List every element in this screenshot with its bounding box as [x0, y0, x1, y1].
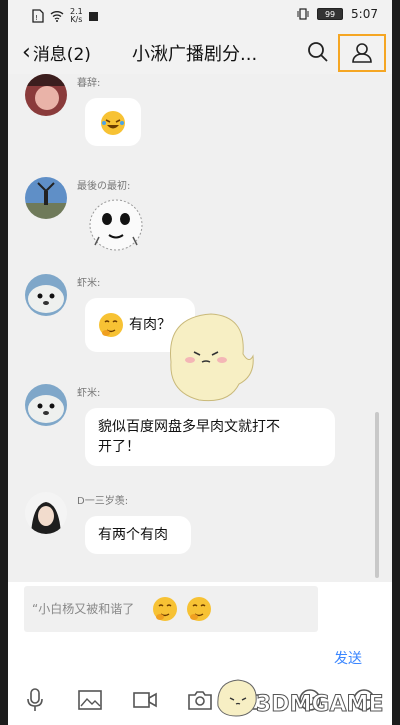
person-icon [352, 43, 372, 63]
clock: 5:07 [351, 7, 378, 21]
message-list[interactable]: 暮辞: 最後の最初: 虾米: 有肉？ 虾米: 貌似百度网盘多早肉文就打不 开了！… [8, 74, 392, 582]
notification-icon [88, 11, 98, 21]
battery-indicator: 99 [317, 8, 344, 20]
watermark-text: 3DMGAME [255, 692, 384, 718]
sticker-image[interactable] [85, 197, 147, 253]
sender-name: 虾米: [77, 388, 101, 399]
avatar[interactable] [25, 274, 67, 316]
sender-name: D一三岁羡: [77, 496, 129, 507]
laughing-emoji-icon [101, 111, 125, 135]
chevron-left-icon: ‹ [22, 39, 31, 65]
back-button[interactable]: ‹ 消息(2) [22, 40, 91, 65]
image-icon[interactable] [78, 688, 103, 712]
camera-icon[interactable] [188, 688, 212, 712]
avatar[interactable] [25, 74, 67, 116]
shy-emoji-icon [153, 597, 177, 621]
sender-name: 最後の最初: [77, 181, 131, 192]
back-label: 消息(2) [32, 45, 91, 65]
mic-icon[interactable] [23, 688, 47, 712]
video-icon[interactable] [133, 688, 157, 712]
message-bubble[interactable]: 貌似百度网盘多早肉文就打不 开了！ [85, 408, 335, 466]
page-title: 小湫广播剧分... [132, 44, 258, 65]
message-bubble[interactable]: 有两个有肉 [85, 516, 191, 554]
message-input[interactable]: “小白杨又被和谐了 [24, 586, 318, 632]
svg-text:!: ! [35, 14, 38, 22]
search-icon[interactable] [307, 41, 329, 63]
network-speed: 2.1 K/s [70, 7, 83, 24]
message-text-line2: 开了！ [98, 439, 140, 455]
scrollbar[interactable] [375, 412, 379, 578]
status-bar: ! 2.1 K/s 99 5:07 [8, 0, 392, 34]
sender-name: 虾米: [77, 278, 101, 289]
watermark-logo: 3DMGAME [212, 672, 400, 722]
send-button[interactable]: 发送 [334, 648, 362, 668]
chat-screen: ! 2.1 K/s 99 5:07 ‹ 消息(2) 小湫广播剧分... 暮辞: … [8, 0, 392, 725]
shy-emoji-icon [187, 597, 211, 621]
floating-sticker [156, 302, 256, 412]
avatar[interactable] [25, 384, 67, 426]
vibrate-icon [297, 8, 309, 20]
group-profile-button[interactable] [338, 34, 386, 72]
sticker-bubble[interactable] [85, 98, 141, 146]
avatar[interactable] [25, 177, 67, 219]
message-text: 有两个有肉 [98, 527, 168, 543]
avatar[interactable] [25, 492, 67, 534]
nav-bar: ‹ 消息(2) 小湫广播剧分... [8, 34, 392, 74]
sim-icon: ! [32, 9, 44, 23]
input-text: “小白杨又被和谐了 [32, 602, 135, 616]
shy-emoji-icon [99, 313, 123, 337]
sender-name: 暮辞: [77, 78, 101, 89]
wifi-icon [50, 11, 64, 22]
message-text-line1: 貌似百度网盘多早肉文就打不 [98, 419, 280, 435]
